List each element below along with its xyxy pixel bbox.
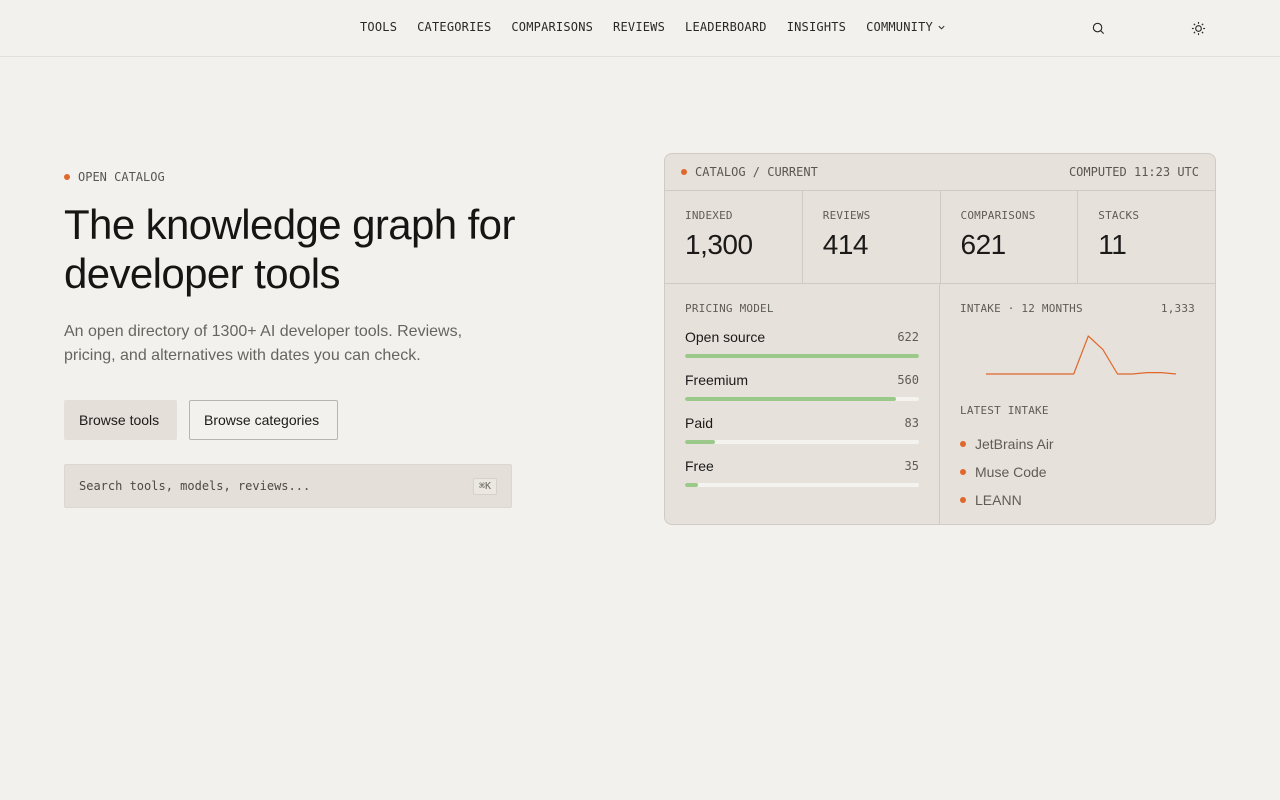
pricing-bar-fill xyxy=(685,397,896,401)
sun-icon[interactable] xyxy=(1191,21,1206,36)
status-dot xyxy=(681,169,687,175)
intake-total: 1,333 xyxy=(1160,302,1195,315)
panel-header-left: CATALOG / CURRENT xyxy=(681,165,818,179)
bullet-dot xyxy=(960,469,966,475)
pricing-row-top: Paid 83 xyxy=(685,415,919,431)
pricing-label: PRICING MODEL xyxy=(685,302,774,315)
stat-value: 621 xyxy=(960,229,1007,260)
stat-label: STACKS xyxy=(1098,209,1140,222)
hero-search: ⌘K xyxy=(64,464,512,508)
pricing-row-open-source[interactable]: Open source 622 xyxy=(685,329,919,358)
latest-item-label: JetBrains Air xyxy=(975,436,1054,452)
chevron-down-icon xyxy=(938,25,945,30)
top-nav: TOOLS CATEGORIES COMPARISONS REVIEWS LEA… xyxy=(0,0,1280,57)
stat-label: INDEXED xyxy=(685,209,733,222)
pricing-name: Freemium xyxy=(685,372,749,388)
intake-sparkline xyxy=(986,335,1177,375)
nav-link-leaderboard[interactable]: LEADERBOARD xyxy=(685,20,767,34)
pricing-name: Open source xyxy=(685,329,766,345)
pricing-row-free[interactable]: Free 35 xyxy=(685,458,919,487)
stat-reviews: REVIEWS 414 xyxy=(803,191,941,283)
nav-link-insights[interactable]: INSIGHTS xyxy=(787,20,846,34)
stat-value: 1,300 xyxy=(685,229,753,260)
stat-comparisons: COMPARISONS 621 xyxy=(941,191,1079,283)
search-input[interactable] xyxy=(79,479,473,493)
catalog-panel: CATALOG / CURRENT COMPUTED 11:23 UTC IND… xyxy=(664,153,1216,525)
search-shortcut: ⌘K xyxy=(472,477,497,495)
pricing-count: 35 xyxy=(904,459,919,473)
pricing-row-top: Free 35 xyxy=(685,458,919,474)
nav-links: TOOLS CATEGORIES COMPARISONS REVIEWS LEA… xyxy=(360,20,946,34)
panel-header: CATALOG / CURRENT COMPUTED 11:23 UTC xyxy=(665,154,1215,191)
panel-header-title: CATALOG / CURRENT xyxy=(695,165,818,179)
pricing-bar-fill xyxy=(685,354,919,358)
pricing-bar-fill xyxy=(685,483,699,487)
status-dot xyxy=(64,174,70,180)
pricing-bar-track xyxy=(685,397,919,401)
pricing-model-section: PRICING MODEL Open source 622 Freemium 5… xyxy=(665,284,940,524)
hero-title: The knowledge graph for developer tools xyxy=(64,201,515,297)
bullet-dot xyxy=(960,441,966,447)
nav-link-tools[interactable]: TOOLS xyxy=(360,20,397,34)
stat-value: 414 xyxy=(822,229,869,260)
intake-section: INTAKE · 12 MONTHS 1,333 LATEST INTAKE J… xyxy=(940,284,1215,524)
list-item[interactable]: JetBrains Air xyxy=(960,430,1054,458)
intake-header: INTAKE · 12 MONTHS 1,333 xyxy=(960,302,1195,315)
hero-subtitle: An open directory of 1300+ AI developer … xyxy=(64,323,463,364)
search-icon[interactable] xyxy=(1091,21,1106,36)
stats-row: INDEXED 1,300 REVIEWS 414 COMPARISONS 62… xyxy=(665,191,1215,284)
pricing-bar-track xyxy=(685,354,919,358)
pricing-name: Free xyxy=(685,458,714,474)
pricing-count: 83 xyxy=(904,416,919,430)
list-item[interactable]: Muse Code xyxy=(960,458,1054,486)
nav-link-categories[interactable]: CATEGORIES xyxy=(417,20,491,34)
latest-intake-list: JetBrains Air Muse Code LEANN xyxy=(960,430,1054,514)
nav-link-community[interactable]: COMMUNITY xyxy=(866,20,946,34)
sparkline-series xyxy=(986,335,1177,375)
pricing-name: Paid xyxy=(685,415,714,431)
browse-categories-button[interactable]: Browse categories xyxy=(189,400,338,440)
hero-eyebrow: OPEN CATALOG xyxy=(64,170,165,184)
pricing-bar-track xyxy=(685,440,919,444)
pricing-row-top: Open source 622 xyxy=(685,329,919,345)
pricing-count: 622 xyxy=(897,330,919,344)
panel-lower: PRICING MODEL Open source 622 Freemium 5… xyxy=(665,284,1215,524)
pricing-row-top: Freemium 560 xyxy=(685,372,919,388)
browse-tools-button[interactable]: Browse tools xyxy=(64,400,177,440)
computed-timestamp: COMPUTED 11:23 UTC xyxy=(1068,165,1199,179)
latest-item-label: LEANN xyxy=(975,492,1022,508)
latest-item-label: Muse Code xyxy=(975,464,1047,480)
nav-link-comparisons[interactable]: COMPARISONS xyxy=(511,20,593,34)
stat-label: COMPARISONS xyxy=(960,209,1036,222)
hero-eyebrow-label: OPEN CATALOG xyxy=(78,170,165,184)
pricing-row-freemium[interactable]: Freemium 560 xyxy=(685,372,919,401)
nav-link-community-label: COMMUNITY xyxy=(866,20,933,34)
pricing-bar-fill xyxy=(685,440,716,444)
nav-link-reviews[interactable]: REVIEWS xyxy=(613,20,665,34)
intake-label: INTAKE · 12 MONTHS xyxy=(960,302,1083,315)
stat-stacks: STACKS 11 xyxy=(1078,191,1215,283)
bullet-dot xyxy=(960,497,966,503)
stat-value: 11 xyxy=(1098,229,1127,260)
stat-label: REVIEWS xyxy=(822,209,871,222)
latest-intake-label: LATEST INTAKE xyxy=(960,404,1049,417)
pricing-bar-track xyxy=(685,483,919,487)
pricing-count: 560 xyxy=(897,373,919,387)
stat-indexed: INDEXED 1,300 xyxy=(665,191,803,283)
pricing-row-paid[interactable]: Paid 83 xyxy=(685,415,919,444)
list-item[interactable]: LEANN xyxy=(960,486,1054,514)
